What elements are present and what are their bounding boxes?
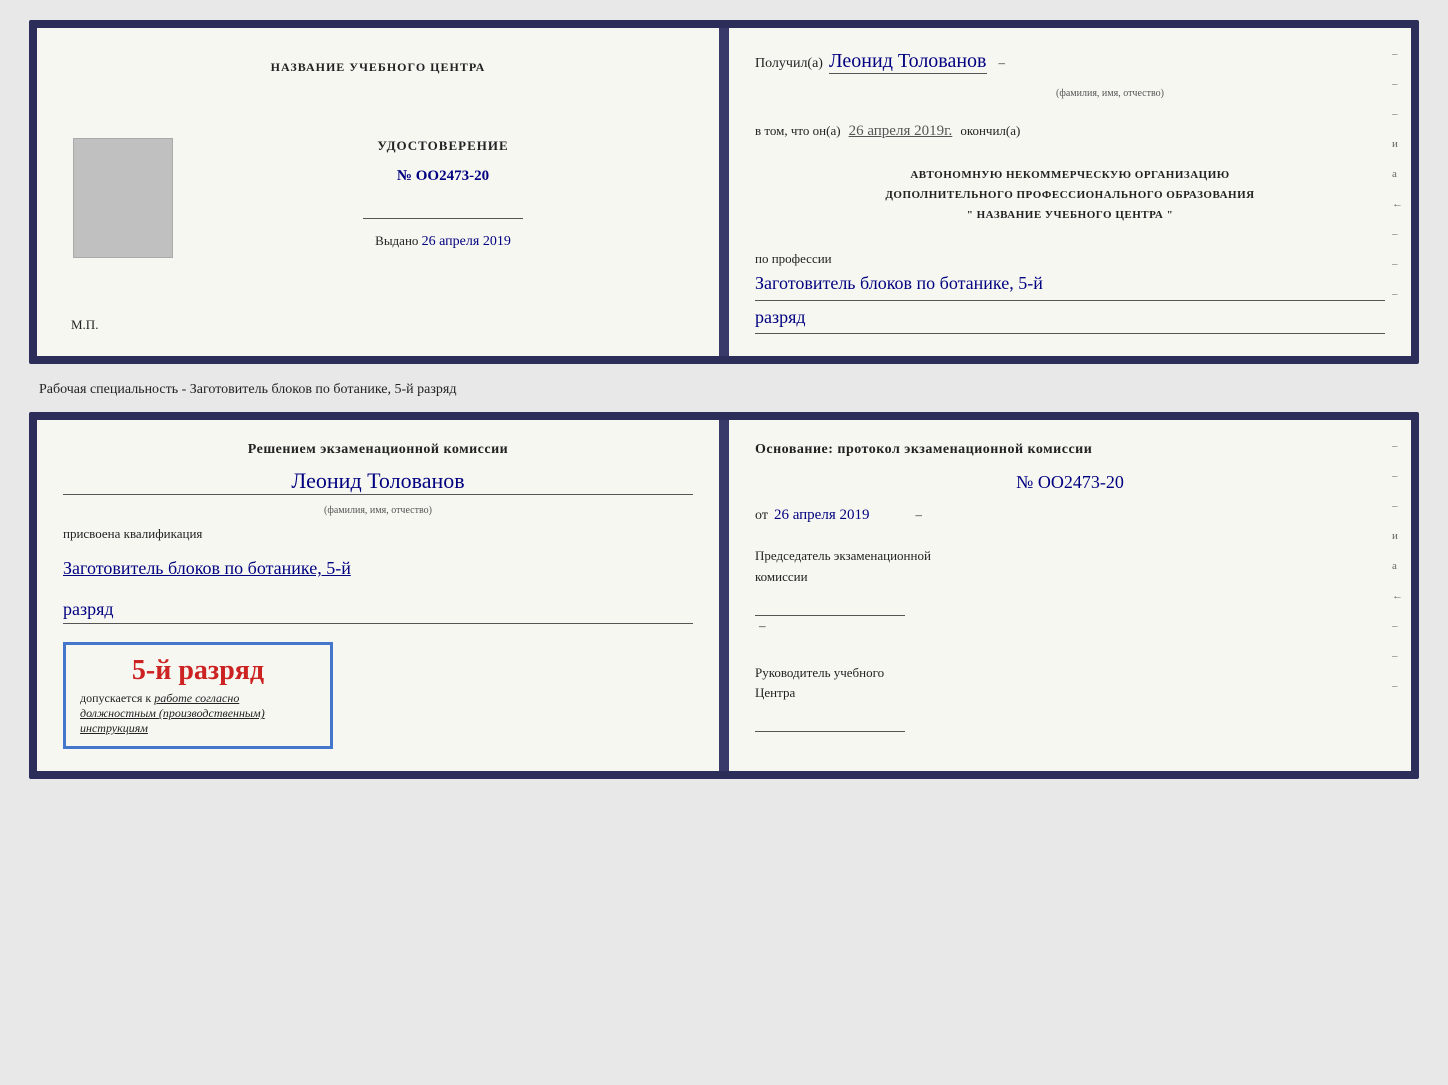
person-name-top: Леонид Толованов — [829, 50, 987, 74]
person-name-sub-bottom: (фамилия, имя, отчество) — [63, 505, 693, 516]
cert-number: № OO2473-20 — [397, 168, 489, 185]
specialty-banner: Рабочая специальность - Заготовитель бло… — [29, 376, 1419, 400]
top-certificate-outer: НАЗВАНИЕ УЧЕБНОГО ЦЕНТРА УДОСТОВЕРЕНИЕ №… — [29, 20, 1419, 364]
stamp-allowed-label: допускается к — [80, 691, 151, 705]
chairman-line1: Председатель экзаменационной — [755, 546, 1385, 567]
received-row: Получил(а) Леонид Толованов – — [755, 50, 1385, 74]
cert-underline — [363, 199, 523, 219]
profession-value-top: Заготовитель блоков по ботанике, 5-й — [755, 267, 1385, 300]
person-name-bottom: Леонид Толованов — [63, 468, 693, 495]
org-line3: " НАЗВАНИЕ УЧЕБНОГО ЦЕНТРА " — [755, 206, 1385, 226]
chairman-line2: комиссии — [755, 567, 1385, 588]
bottom-cert-left: Решением экзаменационной комиссии Леонид… — [37, 420, 719, 771]
in-that-row: в том, что он(а) 26 апреля 2019г. окончи… — [755, 123, 1385, 140]
issued-label: Выдано — [375, 233, 418, 248]
bottom-certificate: Решением экзаменационной комиссии Леонид… — [37, 420, 1411, 771]
director-line1: Руководитель учебного — [755, 663, 1385, 684]
cert-label: УДОСТОВЕРЕНИЕ — [377, 138, 508, 154]
completed-date: 26 апреля 2019г. — [849, 123, 953, 140]
org-line2: ДОПОЛНИТЕЛЬНОГО ПРОФЕССИОНАЛЬНОГО ОБРАЗО… — [755, 186, 1385, 206]
top-cert-left: НАЗВАНИЕ УЧЕБНОГО ЦЕНТРА УДОСТОВЕРЕНИЕ №… — [37, 28, 719, 356]
bottom-cert-right: – – – и а ← – – – Основание: протокол эк… — [729, 420, 1411, 771]
protocol-number: № OO2473-20 — [755, 472, 1385, 493]
director-sig-line — [755, 708, 905, 732]
basis-label: Основание: протокол экзаменационной коми… — [755, 442, 1385, 458]
in-that-label: в том, что он(а) — [755, 123, 841, 139]
top-certificate: НАЗВАНИЕ УЧЕБНОГО ЦЕНТРА УДОСТОВЕРЕНИЕ №… — [37, 28, 1411, 356]
chairman-block: Председатель экзаменационной комиссии – — [755, 546, 1385, 636]
profession-value-bottom: Заготовитель блоков по ботанике, 5-й — [63, 552, 693, 584]
org-block: АВТОНОМНУЮ НЕКОММЕРЧЕСКУЮ ОРГАНИЗАЦИЮ ДО… — [755, 166, 1385, 225]
top-left-title: НАЗВАНИЕ УЧЕБНОГО ЦЕНТРА — [271, 60, 486, 75]
person-name-sub-top: (фамилия, имя, отчество) — [835, 88, 1385, 99]
protocol-date-row: от 26 апреля 2019 – — [755, 507, 1385, 524]
photo-placeholder — [73, 138, 173, 258]
issued-date: 26 апреля 2019 — [422, 234, 511, 249]
assigned-label: присвоена квалификация — [63, 526, 693, 542]
commission-title: Решением экзаменационной комиссии — [63, 442, 693, 458]
director-line2: Центра — [755, 683, 1385, 704]
bottom-certificate-outer: Решением экзаменационной комиссии Леонид… — [29, 412, 1419, 779]
bottom-cert-spine — [719, 420, 729, 771]
completed-label: окончил(а) — [960, 123, 1020, 139]
mp-label: М.П. — [71, 317, 98, 332]
deco-lines-right-bottom: – – – и а ← – – – — [1392, 440, 1403, 692]
stamp-box: 5-й разряд допускается к работе согласно… — [63, 642, 333, 749]
razryad-value-top: разряд — [755, 301, 1385, 334]
top-cert-spine — [719, 28, 729, 356]
org-line1: АВТОНОМНУЮ НЕКОММЕРЧЕСКУЮ ОРГАНИЗАЦИЮ — [755, 166, 1385, 186]
stamp-grade: 5-й разряд — [80, 655, 316, 687]
razryad-value-bottom: разряд — [63, 595, 693, 625]
issued-line: Выдано 26 апреля 2019 — [375, 233, 511, 250]
chairman-sig-line — [755, 592, 905, 616]
top-cert-right: – – – и а ← – – – Получил(а) Леонид Толо… — [729, 28, 1411, 356]
received-label: Получил(а) — [755, 56, 823, 72]
date-prefix: от — [755, 508, 768, 524]
director-block: Руководитель учебного Центра — [755, 663, 1385, 733]
profession-label: по профессии — [755, 251, 1385, 267]
protocol-date: 26 апреля 2019 — [774, 507, 870, 524]
deco-lines-right: – – – и а ← – – – — [1392, 48, 1403, 300]
profession-block: по профессии Заготовитель блоков по бота… — [755, 251, 1385, 334]
stamp-allowed-row: допускается к работе согласно должностны… — [80, 691, 316, 736]
